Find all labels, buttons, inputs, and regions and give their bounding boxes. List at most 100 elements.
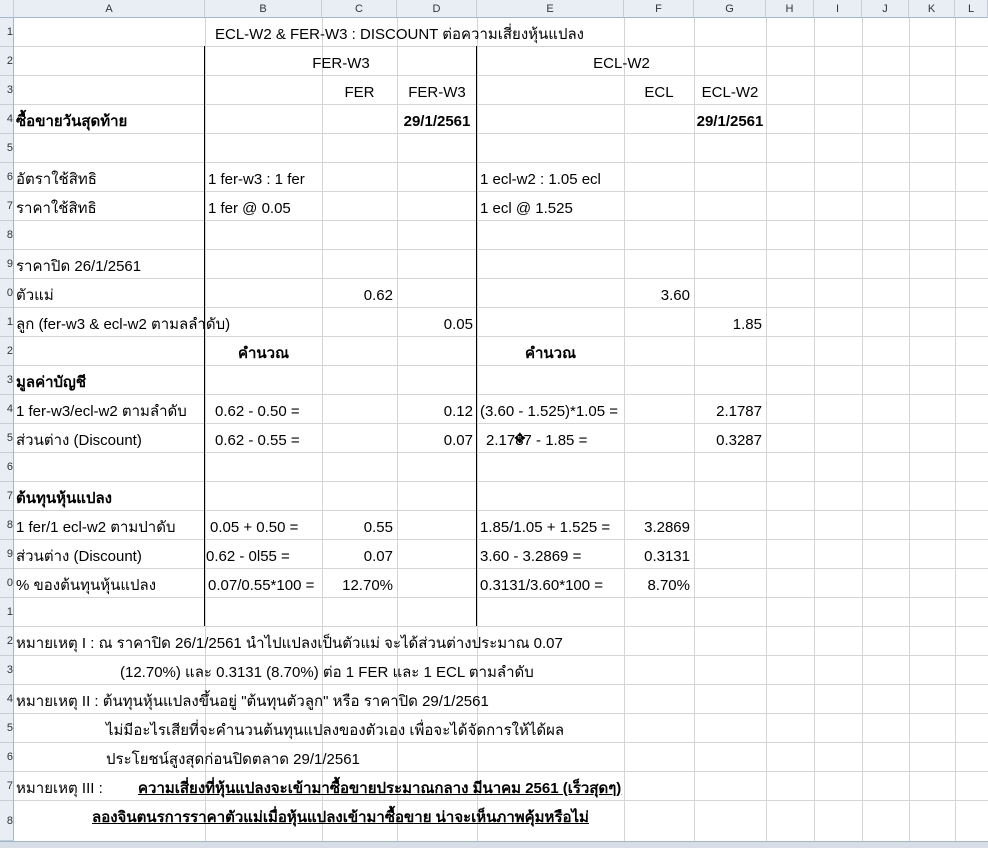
discount2-fer-value[interactable]: 0.07 bbox=[322, 548, 393, 566]
row-header[interactable]: 5 bbox=[0, 134, 14, 163]
book-row-label[interactable]: 1 fer-w3/ecl-w2 ตามลำดับ bbox=[16, 403, 204, 421]
mother-fer[interactable]: 0.62 bbox=[322, 287, 393, 305]
book-fer-value[interactable]: 0.12 bbox=[397, 403, 473, 421]
child-fer[interactable]: 0.05 bbox=[397, 316, 473, 334]
cost-fer-formula[interactable]: 0.05 + 0.50 = bbox=[210, 519, 298, 537]
pct-ecl-value[interactable]: 8.70% bbox=[624, 577, 690, 595]
last-trade-fer[interactable]: 29/1/2561 bbox=[397, 113, 477, 131]
mother-ecl[interactable]: 3.60 bbox=[624, 287, 690, 305]
close-label[interactable]: ราคาปิด 26/1/2561 bbox=[16, 258, 141, 276]
row-header[interactable]: 7 bbox=[0, 192, 14, 221]
fer-w3-group-header[interactable]: FER-W3 bbox=[205, 55, 477, 73]
cost-row-label[interactable]: 1 fer/1 ecl-w2 ตามปาดับ bbox=[16, 519, 175, 537]
row-header[interactable]: 8 bbox=[0, 221, 14, 250]
ratio-ecl[interactable]: 1 ecl-w2 : 1.05 ecl bbox=[480, 171, 601, 189]
ratio-label[interactable]: อัตราใช้สิทธิ bbox=[16, 171, 97, 189]
discount2-ecl-formula[interactable]: 3.60 - 3.2869 = bbox=[480, 548, 624, 566]
row-header[interactable]: 3 bbox=[0, 366, 14, 395]
row-header[interactable]: 4 bbox=[0, 395, 14, 424]
fer-w3-header[interactable]: FER-W3 bbox=[397, 84, 477, 102]
book-value-label[interactable]: มูลค่าบัญชี bbox=[16, 374, 86, 392]
column-header-i[interactable]: I bbox=[814, 0, 862, 18]
row-header[interactable]: 0 bbox=[0, 279, 14, 308]
discount2-fer-formula[interactable]: 0.62 - 0l55 = bbox=[206, 548, 290, 566]
discount-ecl-formula[interactable]: 2.1787 - 1.85 = bbox=[486, 432, 587, 450]
column-header-c[interactable]: C bbox=[322, 0, 397, 18]
calc-ecl-header[interactable]: คำนวณ bbox=[477, 345, 624, 363]
row-header[interactable]: 7 bbox=[0, 772, 14, 801]
column-header-b[interactable]: B bbox=[205, 0, 322, 18]
ratio-fer[interactable]: 1 fer-w3 : 1 fer bbox=[208, 171, 305, 189]
price-fer[interactable]: 1 fer @ 0.05 bbox=[208, 200, 291, 218]
column-header-g[interactable]: G bbox=[694, 0, 766, 18]
row-header[interactable]: 1 bbox=[0, 308, 14, 337]
row-header[interactable]: 7 bbox=[0, 482, 14, 511]
note-3-line-2[interactable]: ลองจินตนรการราคาตัวแม่เมื่อหุ้นแปลงเข้าม… bbox=[92, 809, 589, 827]
row-header[interactable]: 3 bbox=[0, 656, 14, 685]
sheet-title[interactable]: ECL-W2 & FER-W3 : DISCOUNT ต่อความเสี่ยง… bbox=[215, 26, 584, 44]
pct-label[interactable]: % ของต้นทุนหุ้นแปลง bbox=[16, 577, 156, 595]
child-ecl[interactable]: 1.85 bbox=[694, 316, 762, 334]
row-header[interactable]: 1 bbox=[0, 598, 14, 627]
discount-label[interactable]: ส่วนต่าง (Discount) bbox=[16, 432, 142, 450]
row-header[interactable]: 2 bbox=[0, 47, 14, 76]
row-header[interactable]: 6 bbox=[0, 743, 14, 772]
note-1-line-2[interactable]: (12.70%) และ 0.3131 (8.70%) ต่อ 1 FER แล… bbox=[120, 664, 534, 682]
column-header-f[interactable]: F bbox=[624, 0, 694, 18]
discount-ecl-value[interactable]: 0.3287 bbox=[694, 432, 762, 450]
ecl-header[interactable]: ECL bbox=[624, 84, 694, 102]
pct-fer-value[interactable]: 12.70% bbox=[322, 577, 393, 595]
ecl-w2-group-header[interactable]: ECL-W2 bbox=[477, 55, 766, 73]
row-header[interactable]: 5 bbox=[0, 714, 14, 743]
column-header-l[interactable]: L bbox=[955, 0, 988, 18]
column-header-j[interactable]: J bbox=[862, 0, 909, 18]
column-header-h[interactable]: H bbox=[766, 0, 814, 18]
row-header[interactable]: 2 bbox=[0, 337, 14, 366]
row-header[interactable]: 9 bbox=[0, 250, 14, 279]
discount-fer-formula[interactable]: 0.62 - 0.55 = bbox=[215, 432, 300, 450]
column-header-d[interactable]: D bbox=[397, 0, 477, 18]
row-header[interactable]: 6 bbox=[0, 453, 14, 482]
note-2-line-2[interactable]: ไม่มีอะไรเสียที่จะคำนวนต้นทุนแปลงของตัวเ… bbox=[106, 722, 564, 740]
discount2-label[interactable]: ส่วนต่าง (Discount) bbox=[16, 548, 142, 566]
book-fer-formula[interactable]: 0.62 - 0.50 = bbox=[215, 403, 300, 421]
book-ecl-formula[interactable]: (3.60 - 1.525)*1.05 = bbox=[480, 403, 618, 421]
note-2-line-1[interactable]: หมายเหตุ II : ต้นทุนหุ้นแปลงขึ้นอยู่ "ต้… bbox=[16, 693, 489, 711]
column-header-e[interactable]: E bbox=[477, 0, 624, 18]
cost-fer-value[interactable]: 0.55 bbox=[322, 519, 393, 537]
child-label[interactable]: ลูก (fer-w3 & ecl-w2 ตามลลำดับ) bbox=[16, 316, 230, 334]
column-header-k[interactable]: K bbox=[909, 0, 955, 18]
last-trade-label[interactable]: ซื้อขายวันสุดท้าย bbox=[16, 113, 127, 131]
pct-fer-formula[interactable]: 0.07/0.55*100 = bbox=[208, 577, 322, 595]
last-trade-ecl[interactable]: 29/1/2561 bbox=[694, 113, 766, 131]
price-label[interactable]: ราคาใช้สิทธิ bbox=[16, 200, 97, 218]
spreadsheet-grid[interactable]: A B C D E F G H I J K L 1 2 3 4 5 6 7 8 … bbox=[0, 0, 988, 848]
mother-label[interactable]: ตัวแม่ bbox=[16, 287, 54, 305]
book-ecl-value[interactable]: 2.1787 bbox=[694, 403, 762, 421]
pct-ecl-formula[interactable]: 0.3131/3.60*100 = bbox=[480, 577, 603, 595]
row-header[interactable]: 9 bbox=[0, 540, 14, 569]
column-header-a[interactable]: A bbox=[14, 0, 205, 18]
price-ecl[interactable]: 1 ecl @ 1.525 bbox=[480, 200, 573, 218]
row-header[interactable]: 3 bbox=[0, 76, 14, 105]
row-header[interactable]: 5 bbox=[0, 424, 14, 453]
ecl-w2-header[interactable]: ECL-W2 bbox=[694, 84, 766, 102]
discount-fer-value[interactable]: 0.07 bbox=[397, 432, 473, 450]
row-header[interactable]: 4 bbox=[0, 685, 14, 714]
cost-ecl-formula[interactable]: 1.85/1.05 + 1.525 = bbox=[480, 519, 610, 537]
fer-header[interactable]: FER bbox=[322, 84, 397, 102]
row-header[interactable]: 0 bbox=[0, 569, 14, 598]
row-header[interactable]: 8 bbox=[0, 801, 14, 841]
row-header[interactable]: 4 bbox=[0, 105, 14, 134]
select-all-corner[interactable] bbox=[0, 0, 14, 18]
discount2-ecl-value[interactable]: 0.3131 bbox=[624, 548, 690, 566]
row-header[interactable]: 1 bbox=[0, 18, 14, 47]
calc-fer-header[interactable]: คำนวณ bbox=[205, 345, 322, 363]
note-3-line-1[interactable]: ความเสี่ยงที่หุ้นแปลงจะเข้ามาซื้อขายประม… bbox=[138, 780, 621, 798]
note-3-prefix[interactable]: หมายเหตุ III : bbox=[16, 780, 103, 798]
conversion-cost-label[interactable]: ต้นทุนหุ้นแปลง bbox=[16, 490, 112, 508]
note-2-line-3[interactable]: ประโยชน์สูงสุดก่อนปิดตลาด 29/1/2561 bbox=[106, 751, 360, 769]
row-header[interactable]: 8 bbox=[0, 511, 14, 540]
row-header[interactable]: 2 bbox=[0, 627, 14, 656]
row-header[interactable]: 6 bbox=[0, 163, 14, 192]
